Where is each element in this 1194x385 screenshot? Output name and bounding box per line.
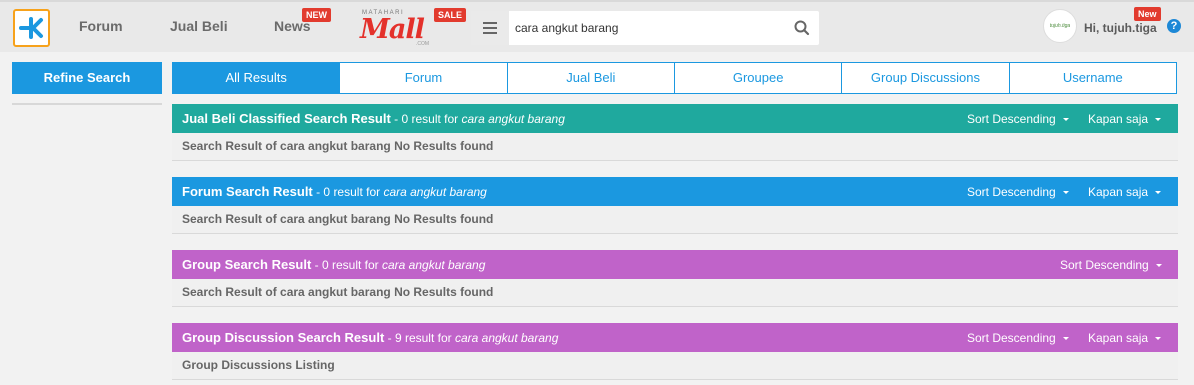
result-title: Group Search Result xyxy=(182,257,312,272)
result-count: - 9 result for xyxy=(384,331,455,345)
sort-dropdown[interactable]: Sort Descending xyxy=(967,112,1069,126)
panel-body: Search Result of cara angkut barang No R… xyxy=(172,279,1178,307)
panel-header: Jual Beli Classified Search Result - 0 r… xyxy=(172,104,1178,133)
tab-username[interactable]: Username xyxy=(1009,62,1177,94)
search-input[interactable] xyxy=(515,11,775,45)
result-title: Jual Beli Classified Search Result xyxy=(182,111,391,126)
result-query: cara angkut barang xyxy=(383,185,487,199)
group-result-panel: Group Search Result - 0 result for cara … xyxy=(172,250,1178,307)
jual-beli-result-panel: Jual Beli Classified Search Result - 0 r… xyxy=(172,104,1178,161)
result-count: - 0 result for xyxy=(390,112,462,126)
result-count: - 0 result for xyxy=(311,258,382,272)
tab-group-discussions[interactable]: Group Discussions xyxy=(842,62,1010,94)
sort-label: Sort Descending xyxy=(1060,258,1149,272)
avatar-text: tujuh.tiga xyxy=(1049,23,1071,29)
mall-sale-badge: SALE xyxy=(434,8,467,22)
time-label: Kapan saja xyxy=(1088,112,1149,126)
tab-all-results[interactable]: All Results xyxy=(172,62,341,94)
result-count: - 0 result for xyxy=(312,185,384,199)
time-dropdown[interactable]: Kapan saja xyxy=(1088,185,1162,199)
chevron-down-icon xyxy=(1062,337,1069,341)
search-button[interactable] xyxy=(793,19,811,37)
panel-header: Group Search Result - 0 result for cara … xyxy=(172,250,1178,279)
time-dropdown[interactable]: Kapan saja xyxy=(1088,112,1162,126)
sort-dropdown[interactable]: Sort Descending xyxy=(1060,258,1162,272)
sort-dropdown[interactable]: Sort Descending xyxy=(967,331,1069,345)
nav-jual-beli[interactable]: Jual Beli xyxy=(170,18,228,34)
time-label: Kapan saja xyxy=(1088,331,1149,345)
result-title: Forum Search Result xyxy=(182,184,313,199)
panel-title: Group Discussion Search Result - 9 resul… xyxy=(182,330,558,345)
sort-label: Sort Descending xyxy=(967,331,1056,345)
panel-title: Forum Search Result - 0 result for cara … xyxy=(182,184,487,199)
result-query: cara angkut barang xyxy=(454,331,559,345)
tab-forum[interactable]: Forum xyxy=(340,62,508,94)
sort-label: Sort Descending xyxy=(967,185,1056,199)
chevron-down-icon xyxy=(1062,191,1069,195)
help-icon[interactable]: ? xyxy=(1167,19,1181,33)
kaskus-k-icon xyxy=(18,17,43,39)
result-title: Group Discussion Search Result xyxy=(182,330,385,345)
chevron-down-icon xyxy=(1155,191,1162,195)
panel-body: Search Result of cara angkut barang No R… xyxy=(172,133,1178,161)
chevron-down-icon xyxy=(1155,337,1162,341)
result-tabs: All Results Forum Jual Beli Groupee Grou… xyxy=(172,62,1177,94)
result-query: cara angkut barang xyxy=(461,112,565,126)
chevron-down-icon xyxy=(1062,118,1069,122)
user-new-badge: New xyxy=(1134,7,1161,21)
forum-result-panel: Forum Search Result - 0 result for cara … xyxy=(172,177,1178,234)
matahari-mall-logo[interactable]: MATAHARI Mall .COM xyxy=(358,8,434,48)
kaskus-logo[interactable] xyxy=(13,9,50,47)
mall-brand-word: Mall xyxy=(360,14,425,45)
result-query: cara angkut barang xyxy=(382,258,486,272)
panel-header: Forum Search Result - 0 result for cara … xyxy=(172,177,1178,206)
search-icon xyxy=(794,20,810,36)
time-dropdown[interactable]: Kapan saja xyxy=(1088,331,1162,345)
tab-groupee[interactable]: Groupee xyxy=(674,62,843,94)
mall-brand-com: .COM xyxy=(416,41,430,47)
category-menu-button[interactable] xyxy=(471,11,509,45)
header-bar: Forum Jual Beli News NEW MATAHARI Mall .… xyxy=(0,2,1194,52)
hamburger-icon xyxy=(483,22,497,34)
panel-body: Search Result of cara angkut barang No R… xyxy=(172,206,1178,234)
chevron-down-icon xyxy=(1155,118,1162,122)
avatar[interactable]: tujuh.tiga xyxy=(1043,9,1077,43)
user-greeting[interactable]: Hi, tujuh.tiga xyxy=(1084,21,1157,35)
search-bar xyxy=(471,11,819,45)
chevron-down-icon xyxy=(1155,264,1162,268)
nav-forum[interactable]: Forum xyxy=(79,18,123,34)
news-new-badge: NEW xyxy=(302,8,331,22)
sidebar-divider xyxy=(12,103,162,105)
sort-dropdown[interactable]: Sort Descending xyxy=(967,185,1069,199)
sort-label: Sort Descending xyxy=(967,112,1056,126)
time-label: Kapan saja xyxy=(1088,185,1149,199)
group-discussion-result-panel: Group Discussion Search Result - 9 resul… xyxy=(172,323,1178,380)
panel-header: Group Discussion Search Result - 9 resul… xyxy=(172,323,1178,352)
panel-title: Jual Beli Classified Search Result - 0 r… xyxy=(182,111,565,126)
panel-body: Group Discussions Listing xyxy=(172,352,1178,380)
tab-jual-beli[interactable]: Jual Beli xyxy=(507,62,675,94)
panel-title: Group Search Result - 0 result for cara … xyxy=(182,257,485,272)
refine-search-button[interactable]: Refine Search xyxy=(12,62,162,94)
